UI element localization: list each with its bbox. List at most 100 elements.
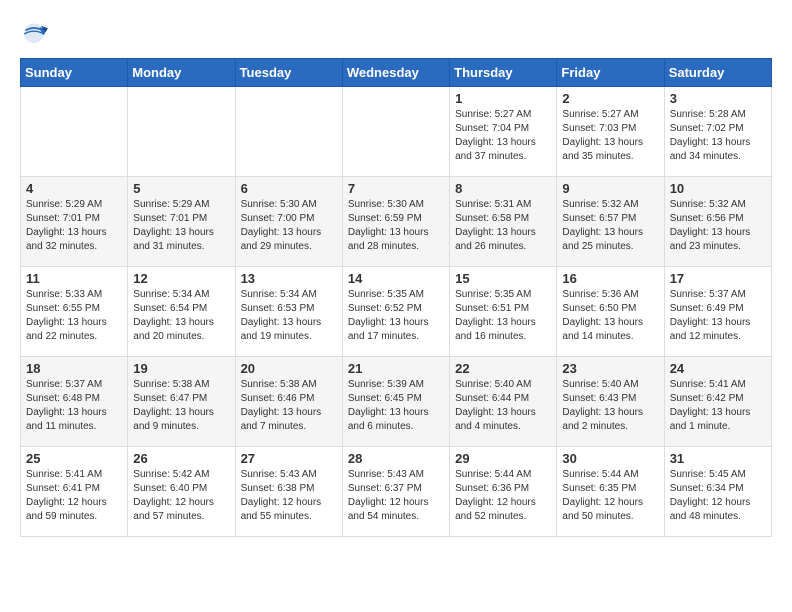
day-info: Sunrise: 5:44 AM Sunset: 6:35 PM Dayligh… <box>562 468 658 524</box>
day-info: Sunrise: 5:39 AM Sunset: 6:45 PM Dayligh… <box>348 378 444 434</box>
day-info: Sunrise: 5:43 AM Sunset: 6:37 PM Dayligh… <box>348 468 444 524</box>
day-info: Sunrise: 5:37 AM Sunset: 6:48 PM Dayligh… <box>26 378 122 434</box>
header-saturday: Saturday <box>664 59 771 87</box>
day-info: Sunrise: 5:31 AM Sunset: 6:58 PM Dayligh… <box>455 198 551 254</box>
calendar-cell: 25Sunrise: 5:41 AM Sunset: 6:41 PM Dayli… <box>21 447 128 537</box>
calendar-cell: 1 Sunrise: 5:27 AM Sunset: 7:04 PM Daylig… <box>450 87 557 177</box>
day-number: 24 <box>670 361 766 376</box>
day-info: Sunrise: 5:35 AM Sunset: 6:52 PM Dayligh… <box>348 288 444 344</box>
calendar-week-row: 25Sunrise: 5:41 AM Sunset: 6:41 PM Dayli… <box>21 447 772 537</box>
day-info: Sunrise: 5:33 AM Sunset: 6:55 PM Dayligh… <box>26 288 122 344</box>
day-number: 23 <box>562 361 658 376</box>
day-info: Sunrise: 5:38 AM Sunset: 6:47 PM Dayligh… <box>133 378 229 434</box>
day-info: Sunrise: 5:40 AM Sunset: 6:44 PM Dayligh… <box>455 378 551 434</box>
day-number: 13 <box>241 271 337 286</box>
day-number: 17 <box>670 271 766 286</box>
header-sunday: Sunday <box>21 59 128 87</box>
calendar-cell <box>342 87 449 177</box>
day-info: Sunrise: 5:27 AM Sunset: 7:03 PM Dayligh… <box>562 108 658 164</box>
calendar-body: 1 Sunrise: 5:27 AM Sunset: 7:04 PM Daylig… <box>21 87 772 537</box>
day-info: Sunrise: 5:32 AM Sunset: 6:56 PM Dayligh… <box>670 198 766 254</box>
calendar-week-row: 1 Sunrise: 5:27 AM Sunset: 7:04 PM Daylig… <box>21 87 772 177</box>
day-info: Sunrise: 5:27 AM Sunset: 7:04 PM Dayligh… <box>455 108 551 164</box>
calendar-cell: 11Sunrise: 5:33 AM Sunset: 6:55 PM Dayli… <box>21 267 128 357</box>
day-number: 28 <box>348 451 444 466</box>
calendar-cell: 12 Sunrise: 5:34 AM Sunset: 6:54 PM Dayli… <box>128 267 235 357</box>
day-number: 2 <box>562 91 658 106</box>
day-info: Sunrise: 5:35 AM Sunset: 6:51 PM Dayligh… <box>455 288 551 344</box>
calendar-cell: 27 Sunrise: 5:43 AM Sunset: 6:38 PM Dayli… <box>235 447 342 537</box>
calendar-cell: 31 Sunrise: 5:45 AM Sunset: 6:34 PM Dayli… <box>664 447 771 537</box>
calendar-cell: 10Sunrise: 5:32 AM Sunset: 6:56 PM Dayli… <box>664 177 771 267</box>
day-number: 20 <box>241 361 337 376</box>
day-number: 31 <box>670 451 766 466</box>
calendar-cell: 8 Sunrise: 5:31 AM Sunset: 6:58 PM Daylig… <box>450 177 557 267</box>
calendar-cell: 16 Sunrise: 5:36 AM Sunset: 6:50 PM Dayli… <box>557 267 664 357</box>
page-header <box>20 20 772 48</box>
day-number: 12 <box>133 271 229 286</box>
day-info: Sunrise: 5:29 AM Sunset: 7:01 PM Dayligh… <box>26 198 122 254</box>
day-info: Sunrise: 5:34 AM Sunset: 6:53 PM Dayligh… <box>241 288 337 344</box>
day-number: 3 <box>670 91 766 106</box>
day-info: Sunrise: 5:40 AM Sunset: 6:43 PM Dayligh… <box>562 378 658 434</box>
calendar-cell: 9 Sunrise: 5:32 AM Sunset: 6:57 PM Daylig… <box>557 177 664 267</box>
day-number: 14 <box>348 271 444 286</box>
calendar-week-row: 18 Sunrise: 5:37 AM Sunset: 6:48 PM Dayli… <box>21 357 772 447</box>
calendar-cell: 6 Sunrise: 5:30 AM Sunset: 7:00 PM Daylig… <box>235 177 342 267</box>
day-info: Sunrise: 5:29 AM Sunset: 7:01 PM Dayligh… <box>133 198 229 254</box>
calendar-cell: 22 Sunrise: 5:40 AM Sunset: 6:44 PM Dayli… <box>450 357 557 447</box>
header-monday: Monday <box>128 59 235 87</box>
calendar-cell: 13 Sunrise: 5:34 AM Sunset: 6:53 PM Dayli… <box>235 267 342 357</box>
calendar-cell: 18 Sunrise: 5:37 AM Sunset: 6:48 PM Dayli… <box>21 357 128 447</box>
calendar-cell: 14 Sunrise: 5:35 AM Sunset: 6:52 PM Dayli… <box>342 267 449 357</box>
calendar-cell: 20 Sunrise: 5:38 AM Sunset: 6:46 PM Dayli… <box>235 357 342 447</box>
header-thursday: Thursday <box>450 59 557 87</box>
day-info: Sunrise: 5:36 AM Sunset: 6:50 PM Dayligh… <box>562 288 658 344</box>
calendar-cell: 2 Sunrise: 5:27 AM Sunset: 7:03 PM Daylig… <box>557 87 664 177</box>
day-number: 9 <box>562 181 658 196</box>
day-info: Sunrise: 5:42 AM Sunset: 6:40 PM Dayligh… <box>133 468 229 524</box>
calendar-cell: 4Sunrise: 5:29 AM Sunset: 7:01 PM Daylig… <box>21 177 128 267</box>
calendar-cell: 15 Sunrise: 5:35 AM Sunset: 6:51 PM Dayli… <box>450 267 557 357</box>
day-info: Sunrise: 5:30 AM Sunset: 6:59 PM Dayligh… <box>348 198 444 254</box>
calendar-cell: 5 Sunrise: 5:29 AM Sunset: 7:01 PM Daylig… <box>128 177 235 267</box>
calendar-cell: 21Sunrise: 5:39 AM Sunset: 6:45 PM Dayli… <box>342 357 449 447</box>
day-info: Sunrise: 5:28 AM Sunset: 7:02 PM Dayligh… <box>670 108 766 164</box>
day-number: 18 <box>26 361 122 376</box>
day-number: 19 <box>133 361 229 376</box>
day-number: 22 <box>455 361 551 376</box>
calendar-cell: 23 Sunrise: 5:40 AM Sunset: 6:43 PM Dayli… <box>557 357 664 447</box>
calendar-cell: 28 Sunrise: 5:43 AM Sunset: 6:37 PM Dayli… <box>342 447 449 537</box>
logo <box>20 20 52 48</box>
day-number: 7 <box>348 181 444 196</box>
calendar-header: Sunday Monday Tuesday Wednesday Thursday… <box>21 59 772 87</box>
calendar-cell: 30 Sunrise: 5:44 AM Sunset: 6:35 PM Dayli… <box>557 447 664 537</box>
calendar-cell: 26Sunrise: 5:42 AM Sunset: 6:40 PM Dayli… <box>128 447 235 537</box>
day-number: 27 <box>241 451 337 466</box>
calendar-table: Sunday Monday Tuesday Wednesday Thursday… <box>20 58 772 537</box>
day-info: Sunrise: 5:32 AM Sunset: 6:57 PM Dayligh… <box>562 198 658 254</box>
day-info: Sunrise: 5:34 AM Sunset: 6:54 PM Dayligh… <box>133 288 229 344</box>
day-number: 8 <box>455 181 551 196</box>
calendar-cell: 29 Sunrise: 5:44 AM Sunset: 6:36 PM Dayli… <box>450 447 557 537</box>
day-headers-row: Sunday Monday Tuesday Wednesday Thursday… <box>21 59 772 87</box>
day-info: Sunrise: 5:45 AM Sunset: 6:34 PM Dayligh… <box>670 468 766 524</box>
day-info: Sunrise: 5:41 AM Sunset: 6:41 PM Dayligh… <box>26 468 122 524</box>
day-info: Sunrise: 5:43 AM Sunset: 6:38 PM Dayligh… <box>241 468 337 524</box>
calendar-cell <box>128 87 235 177</box>
header-tuesday: Tuesday <box>235 59 342 87</box>
calendar-cell: 17Sunrise: 5:37 AM Sunset: 6:49 PM Dayli… <box>664 267 771 357</box>
calendar-cell <box>235 87 342 177</box>
day-info: Sunrise: 5:30 AM Sunset: 7:00 PM Dayligh… <box>241 198 337 254</box>
day-number: 29 <box>455 451 551 466</box>
header-friday: Friday <box>557 59 664 87</box>
day-info: Sunrise: 5:44 AM Sunset: 6:36 PM Dayligh… <box>455 468 551 524</box>
day-number: 6 <box>241 181 337 196</box>
calendar-cell: 7 Sunrise: 5:30 AM Sunset: 6:59 PM Daylig… <box>342 177 449 267</box>
day-number: 16 <box>562 271 658 286</box>
day-number: 15 <box>455 271 551 286</box>
day-info: Sunrise: 5:38 AM Sunset: 6:46 PM Dayligh… <box>241 378 337 434</box>
day-number: 30 <box>562 451 658 466</box>
day-number: 5 <box>133 181 229 196</box>
day-number: 1 <box>455 91 551 106</box>
